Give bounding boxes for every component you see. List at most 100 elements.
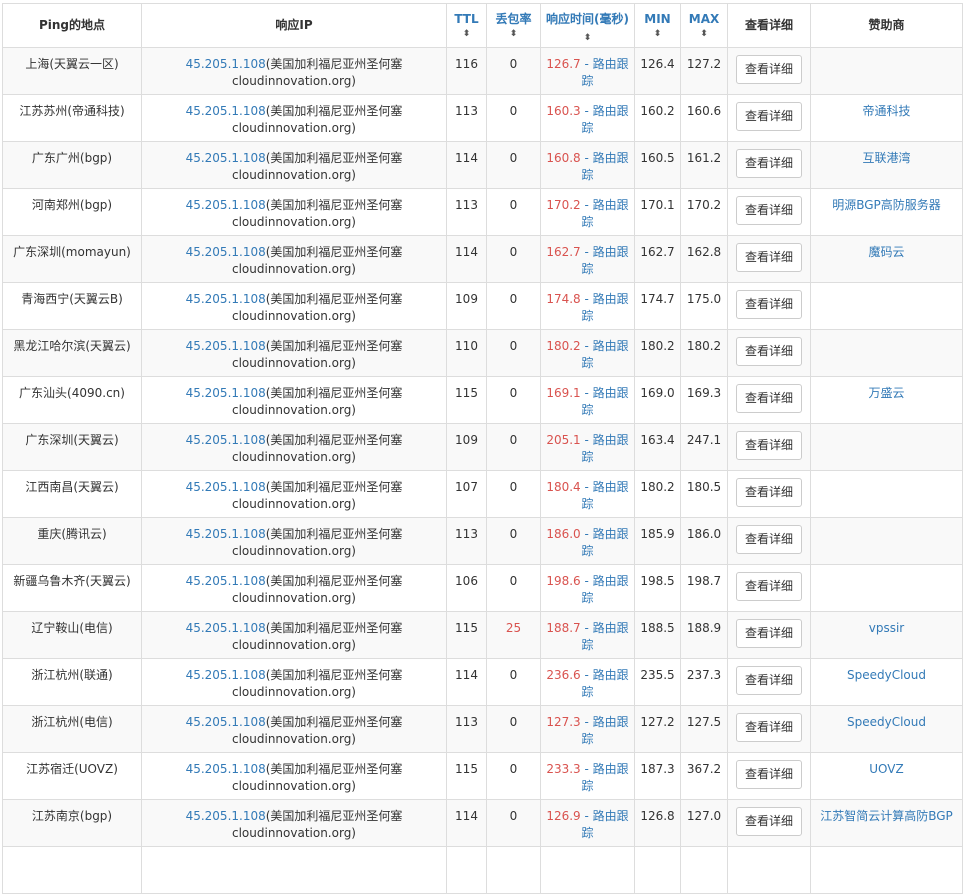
ip-link[interactable]: 45.205.1.108 (186, 292, 266, 306)
route-trace-link-cont[interactable]: 踪 (581, 74, 593, 88)
route-trace-link-cont[interactable]: 踪 (581, 685, 593, 699)
route-trace-link[interactable]: - 路由跟 (585, 715, 629, 729)
route-trace-link-cont[interactable]: 踪 (581, 403, 593, 417)
cell-max: 186.0 (680, 517, 728, 565)
sort-updown-icon[interactable]: ⬍ (584, 33, 592, 43)
route-trace-link[interactable]: - 路由跟 (585, 668, 629, 682)
ip-link[interactable]: 45.205.1.108 (186, 151, 266, 165)
route-trace-link[interactable]: - 路由跟 (585, 292, 629, 306)
cell-ip: 45.205.1.108(美国加利福尼亚州圣何塞 cloudinnovation.… (141, 282, 447, 330)
ip-link[interactable]: 45.205.1.108 (186, 433, 266, 447)
view-detail-button[interactable]: 查看详细 (735, 290, 802, 319)
route-trace-link[interactable]: - 路由跟 (585, 245, 629, 259)
view-detail-button[interactable]: 查看详细 (735, 102, 802, 131)
cell-sponsor (810, 47, 963, 95)
ip-link[interactable]: 45.205.1.108 (186, 339, 266, 353)
route-trace-link-cont[interactable]: 踪 (581, 262, 593, 276)
ip-link[interactable]: 45.205.1.108 (186, 386, 266, 400)
route-trace-link[interactable]: - 路由跟 (585, 104, 629, 118)
cell-response-time: 162.7 - 路由跟踪 (540, 235, 635, 283)
header-loss[interactable]: 丢包率 ⬍ (486, 3, 541, 48)
ip-link[interactable]: 45.205.1.108 (186, 574, 266, 588)
cell-response-time: 127.3 - 路由跟踪 (540, 705, 635, 753)
header-ttl[interactable]: TTL ⬍ (446, 3, 487, 48)
cell-loss: 0 (486, 423, 541, 471)
ip-link[interactable]: 45.205.1.108 (186, 527, 266, 541)
route-trace-link-cont[interactable]: 踪 (581, 826, 593, 840)
ip-link[interactable]: 45.205.1.108 (186, 480, 266, 494)
route-trace-link[interactable]: - 路由跟 (585, 339, 629, 353)
ip-link[interactable]: 45.205.1.108 (186, 762, 266, 776)
route-trace-link-cont[interactable]: 踪 (581, 732, 593, 746)
header-response-time[interactable]: 响应时间(毫秒) ⬍ (540, 3, 635, 48)
sponsor-link[interactable]: 明源BGP高防服务器 (832, 198, 941, 212)
sponsor-link[interactable]: SpeedyCloud (847, 668, 926, 682)
route-trace-link[interactable]: - 路由跟 (585, 386, 629, 400)
view-detail-button[interactable]: 查看详细 (735, 807, 802, 836)
view-detail-button[interactable]: 查看详细 (735, 572, 802, 601)
route-trace-link[interactable]: - 路由跟 (585, 480, 629, 494)
sort-updown-icon[interactable]: ⬍ (447, 29, 486, 39)
view-detail-button[interactable]: 查看详细 (735, 384, 802, 413)
view-detail-button[interactable]: 查看详细 (735, 666, 802, 695)
route-trace-link[interactable]: - 路由跟 (585, 433, 629, 447)
route-trace-link-cont[interactable]: 踪 (581, 121, 593, 135)
route-trace-link-cont[interactable]: 踪 (581, 544, 593, 558)
route-trace-link-cont[interactable]: 踪 (581, 497, 593, 511)
view-detail-button[interactable]: 查看详细 (735, 760, 802, 789)
view-detail-button[interactable]: 查看详细 (735, 55, 802, 84)
ip-link[interactable]: 45.205.1.108 (186, 668, 266, 682)
route-trace-link-cont[interactable]: 踪 (581, 215, 593, 229)
route-trace-link-cont[interactable]: 踪 (581, 591, 593, 605)
route-trace-link-cont[interactable]: 踪 (581, 168, 593, 182)
cell-ip: 45.205.1.108(美国加利福尼亚州圣何塞 cloudinnovation.… (141, 705, 447, 753)
sponsor-link[interactable]: 帝通科技 (862, 104, 910, 118)
sponsor-link[interactable]: 江苏智简云计算高防BGP (820, 809, 953, 823)
ip-link[interactable]: 45.205.1.108 (186, 245, 266, 259)
cell-detail: 查看详细 (727, 188, 811, 236)
sponsor-link[interactable]: SpeedyCloud (847, 715, 926, 729)
sponsor-link[interactable]: vpssir (869, 621, 905, 635)
sponsor-link[interactable]: 万盛云 (868, 386, 904, 400)
sponsor-link[interactable]: 魔码云 (868, 245, 904, 259)
sort-updown-icon[interactable]: ⬍ (681, 29, 727, 39)
sponsor-link[interactable]: UOVZ (869, 762, 903, 776)
route-trace-link-cont[interactable]: 踪 (581, 309, 593, 323)
header-min[interactable]: MIN ⬍ (634, 3, 681, 48)
ip-link[interactable]: 45.205.1.108 (186, 104, 266, 118)
sponsor-link[interactable]: 互联港湾 (862, 151, 910, 165)
sort-updown-icon[interactable]: ⬍ (635, 29, 680, 39)
route-trace-link[interactable]: - 路由跟 (585, 809, 629, 823)
sort-updown-icon[interactable]: ⬍ (487, 29, 540, 39)
view-detail-button[interactable]: 查看详细 (735, 478, 802, 507)
route-trace-link[interactable]: - 路由跟 (585, 527, 629, 541)
view-detail-button[interactable]: 查看详细 (735, 431, 802, 460)
route-trace-link[interactable]: - 路由跟 (585, 198, 629, 212)
view-detail-button[interactable]: 查看详细 (735, 337, 802, 366)
view-detail-button[interactable]: 查看详细 (735, 196, 802, 225)
route-trace-link[interactable]: - 路由跟 (585, 762, 629, 776)
view-detail-button[interactable]: 查看详细 (735, 525, 802, 554)
route-trace-link-cont[interactable]: 踪 (581, 779, 593, 793)
ip-link[interactable]: 45.205.1.108 (186, 57, 266, 71)
response-time-value: 180.4 (546, 480, 581, 494)
route-trace-link-cont[interactable]: 踪 (581, 356, 593, 370)
ip-link[interactable]: 45.205.1.108 (186, 715, 266, 729)
ip-link[interactable]: 45.205.1.108 (186, 621, 266, 635)
ip-link[interactable]: 45.205.1.108 (186, 809, 266, 823)
cell-max: 162.8 (680, 235, 728, 283)
view-detail-button[interactable]: 查看详细 (735, 619, 802, 648)
response-time-value: 127.3 (546, 715, 581, 729)
view-detail-button[interactable]: 查看详细 (735, 149, 802, 178)
view-detail-button[interactable]: 查看详细 (735, 713, 802, 742)
header-location: Ping的地点 (2, 3, 142, 48)
ip-link[interactable]: 45.205.1.108 (186, 198, 266, 212)
route-trace-link[interactable]: - 路由跟 (585, 574, 629, 588)
view-detail-button[interactable]: 查看详细 (735, 243, 802, 272)
route-trace-link[interactable]: - 路由跟 (585, 57, 629, 71)
header-max[interactable]: MAX ⬍ (680, 3, 728, 48)
route-trace-link[interactable]: - 路由跟 (585, 621, 629, 635)
route-trace-link[interactable]: - 路由跟 (585, 151, 629, 165)
route-trace-link-cont[interactable]: 踪 (581, 450, 593, 464)
route-trace-link-cont[interactable]: 踪 (581, 638, 593, 652)
